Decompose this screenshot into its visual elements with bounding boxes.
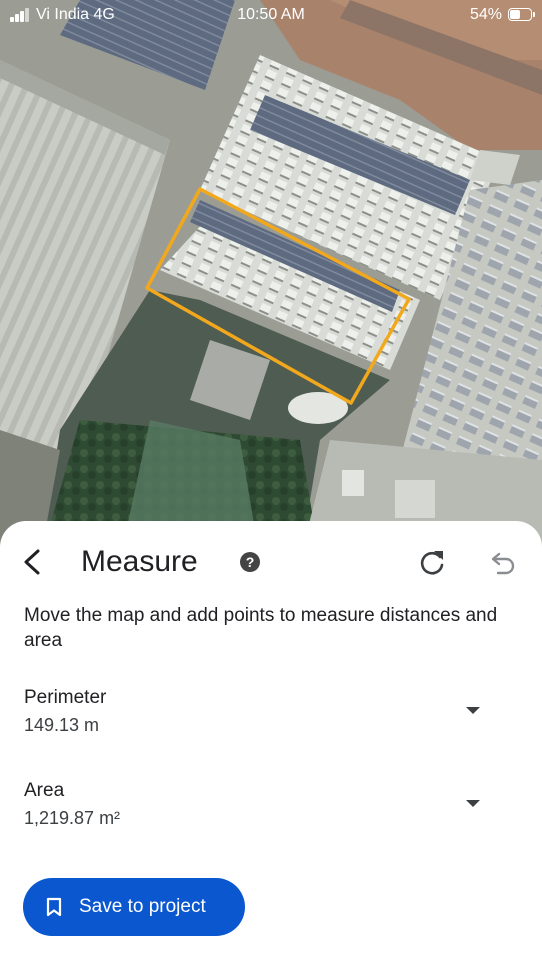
undo-button[interactable] <box>484 547 520 579</box>
satellite-map[interactable] <box>0 0 542 560</box>
redo-icon <box>420 551 444 575</box>
redo-button[interactable] <box>414 547 450 579</box>
back-button[interactable] <box>16 545 50 579</box>
clock: 10:50 AM <box>237 6 305 23</box>
area-label: Area <box>24 780 65 801</box>
instructions-text: Move the map and add points to measure d… <box>24 605 498 651</box>
perimeter-row[interactable]: Perimeter 149.13 m <box>24 687 518 743</box>
area-dropdown-icon[interactable] <box>466 800 480 807</box>
help-icon[interactable]: ? <box>240 552 260 572</box>
perimeter-dropdown-icon[interactable] <box>466 707 480 714</box>
bookmark-icon <box>46 897 62 917</box>
save-button-label: Save to project <box>79 896 206 917</box>
back-arrow-icon <box>24 549 40 575</box>
undo-icon <box>491 552 515 575</box>
perimeter-label: Perimeter <box>24 687 107 708</box>
page-title: Measure <box>81 545 198 578</box>
battery-icon <box>508 8 535 21</box>
battery-percentage: 54% <box>469 6 502 23</box>
status-bar: Vi India 4G 10:50 AM 54% <box>0 0 542 30</box>
area-value: 1,219.87 m² <box>24 808 121 828</box>
area-row[interactable]: Area 1,219.87 m² <box>24 780 518 836</box>
save-to-project-button[interactable]: Save to project <box>23 878 245 936</box>
perimeter-value: 149.13 m <box>24 715 100 735</box>
measure-sheet: Measure ? Move the map and add points to… <box>0 521 542 965</box>
battery-level <box>510 10 520 19</box>
satellite-imagery <box>0 0 542 560</box>
